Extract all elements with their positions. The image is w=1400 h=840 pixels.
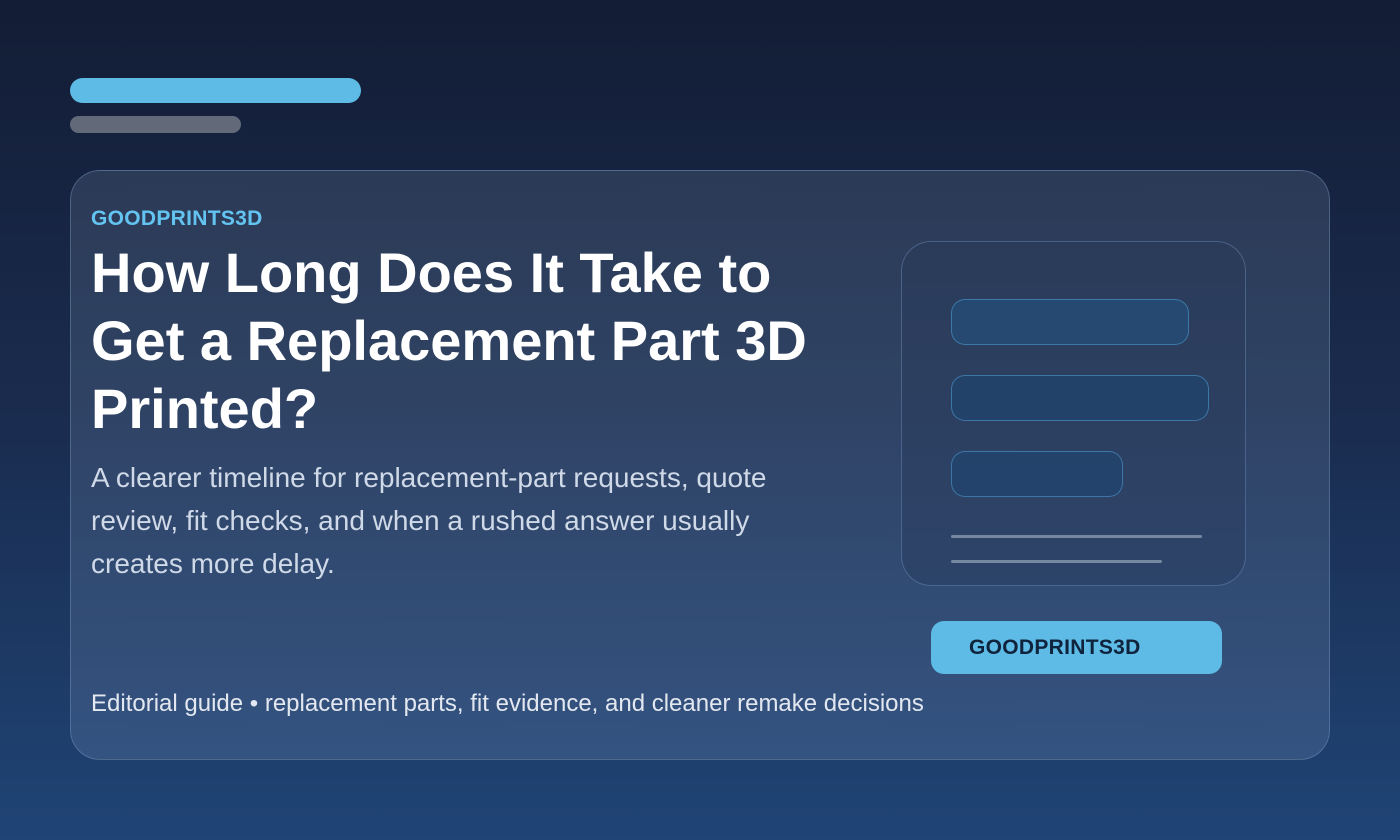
form-mockup-panel [901,241,1246,586]
brand-label: GOODPRINTS3D [91,207,263,230]
mock-field-placeholder [951,299,1189,345]
title-placeholder-bar [70,78,361,103]
mock-text-line [951,560,1162,563]
mock-field-placeholder [951,451,1123,497]
subtitle-placeholder-bar [70,116,241,133]
article-card: GOODPRINTS3D How Long Does It Take to Ge… [70,170,1330,760]
mock-field-placeholder [951,375,1209,421]
card-footer-caption: Editorial guide • replacement parts, fit… [91,690,924,717]
brand-button[interactable]: GOODPRINTS3D [931,621,1222,674]
mock-text-line [951,535,1202,538]
article-subhead: A clearer timeline for replacement-part … [91,462,767,579]
article-headline: How Long Does It Take to Get a Replaceme… [91,241,807,440]
